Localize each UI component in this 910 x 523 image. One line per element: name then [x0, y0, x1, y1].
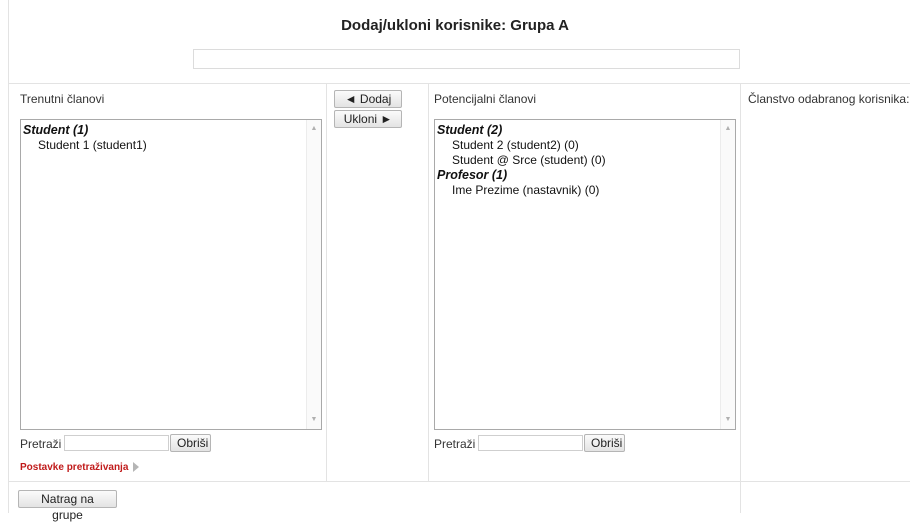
search-settings-link[interactable]: Postavke pretraživanja [20, 462, 128, 473]
scroll-down-icon[interactable]: ▼ [721, 415, 735, 425]
table-left-border [8, 0, 9, 513]
option-group-label: Student (1) [23, 123, 89, 137]
member-option[interactable]: Student 1 (student1) [21, 138, 321, 153]
potential-clear-button[interactable]: Obriši [584, 434, 625, 452]
option-group-label: Student (2) [437, 123, 503, 137]
member-option[interactable]: Student 2 (student2) (0) [435, 138, 735, 153]
option-group-label: Profesor (1) [437, 168, 508, 182]
remove-button[interactable]: Ukloni ► [334, 110, 402, 128]
member-option[interactable]: Ime Prezime (nastavnik) (0) [435, 183, 735, 198]
back-to-groups-button[interactable]: Natrag na grupe [18, 490, 117, 522]
member-option[interactable]: Student @ Srce (student) (0) [435, 153, 735, 168]
scroll-up-icon[interactable]: ▲ [721, 124, 735, 134]
potential-members-select[interactable]: Student (2) Student 2 (student2) (0) Stude… [434, 119, 736, 430]
column-divider-1 [326, 83, 327, 481]
scroll-down-icon[interactable]: ▼ [307, 415, 321, 425]
current-members-options: Student (1) Student 1 (student1) [21, 120, 321, 153]
current-members-label: Trenutni članovi [20, 92, 105, 106]
current-members-select[interactable]: Student (1) Student 1 (student1) ▲ ▼ [20, 119, 322, 430]
potential-search-label: Pretraži [434, 437, 476, 451]
potential-members-scrollbar[interactable]: ▲ ▼ [720, 120, 735, 429]
potential-members-options: Student (2) Student 2 (student2) (0) Stude… [435, 120, 735, 198]
table-row-divider [8, 481, 910, 482]
add-button[interactable]: ◄ Dodaj [334, 90, 402, 108]
column-divider-2 [428, 83, 429, 481]
current-search-label: Pretraži [20, 437, 62, 451]
table-top-border [8, 83, 910, 84]
selected-user-membership-label: Članstvo odabranog korisnika: [748, 92, 910, 106]
current-members-scrollbar[interactable]: ▲ ▼ [306, 120, 321, 429]
current-clear-button[interactable]: Obriši [170, 434, 211, 452]
expand-triangle-icon[interactable] [133, 462, 139, 472]
page-title: Dodaj/ukloni korisnike: Grupa A [341, 17, 569, 34]
group-description-field[interactable] [193, 49, 740, 69]
potential-members-label: Potencijalni članovi [434, 92, 537, 106]
potential-search-input[interactable] [478, 435, 583, 451]
current-search-input[interactable] [64, 435, 169, 451]
scroll-up-icon[interactable]: ▲ [307, 124, 321, 134]
column-divider-3 [740, 83, 741, 513]
